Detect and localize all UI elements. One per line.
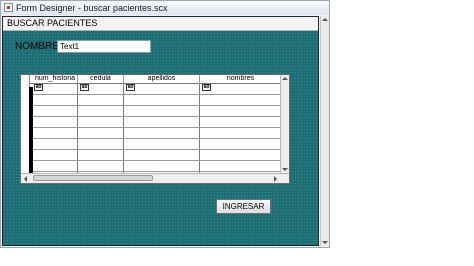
scroll-left-arrow-icon[interactable] bbox=[24, 176, 27, 182]
scroll-down-arrow-icon[interactable] bbox=[282, 168, 288, 171]
column-header-nombres[interactable]: nombres bbox=[200, 75, 282, 84]
scroll-thumb[interactable] bbox=[33, 175, 153, 181]
column-header-num-historia[interactable]: num_historia bbox=[33, 75, 78, 84]
textbox-icon: ab bbox=[34, 84, 43, 91]
grid-header: num_historia cedula apellidos nombres bbox=[30, 75, 282, 84]
form-designer-window: Form Designer - buscar pacientes.scx BUS… bbox=[0, 0, 330, 248]
grid-horizontal-scrollbar[interactable] bbox=[21, 173, 289, 183]
column-header-apellidos[interactable]: apellidos bbox=[124, 75, 200, 84]
row-divider bbox=[33, 105, 280, 106]
scroll-up-arrow-icon[interactable] bbox=[282, 77, 288, 80]
scroll-right-arrow-icon[interactable] bbox=[274, 176, 277, 182]
nombre-label: NOMBRE bbox=[15, 41, 59, 52]
window-title: Form Designer - buscar pacientes.scx bbox=[16, 3, 168, 13]
row-divider bbox=[33, 138, 280, 139]
app-icon bbox=[4, 3, 13, 12]
scroll-down-arrow-icon[interactable] bbox=[322, 241, 328, 244]
textbox-icon: ab bbox=[126, 84, 135, 91]
row-divider bbox=[33, 171, 280, 172]
form-canvas[interactable]: BUSCAR PACIENTES NOMBRE num_historia ced… bbox=[2, 16, 319, 246]
row-divider bbox=[33, 94, 280, 95]
form-designer-titlebar: Form Designer - buscar pacientes.scx bbox=[1, 1, 329, 15]
form-caption: BUSCAR PACIENTES bbox=[3, 17, 318, 31]
textbox-icon: ab bbox=[202, 84, 211, 91]
column-header-cedula[interactable]: cedula bbox=[78, 75, 124, 84]
grid-vertical-scrollbar[interactable] bbox=[280, 75, 289, 173]
row-divider bbox=[33, 127, 280, 128]
grid-rows[interactable]: ab ab ab ab bbox=[33, 84, 282, 173]
row-divider bbox=[33, 160, 280, 161]
designer-vertical-scrollbar[interactable] bbox=[320, 16, 329, 246]
row-divider bbox=[33, 149, 280, 150]
ingresar-button[interactable]: INGRESAR bbox=[216, 199, 271, 214]
patients-grid[interactable]: num_historia cedula apellidos nombres ab bbox=[20, 74, 290, 184]
row-divider bbox=[33, 116, 280, 117]
textbox-icon: ab bbox=[80, 84, 89, 91]
scroll-up-arrow-icon[interactable] bbox=[322, 18, 328, 21]
nombre-input[interactable] bbox=[57, 40, 151, 53]
